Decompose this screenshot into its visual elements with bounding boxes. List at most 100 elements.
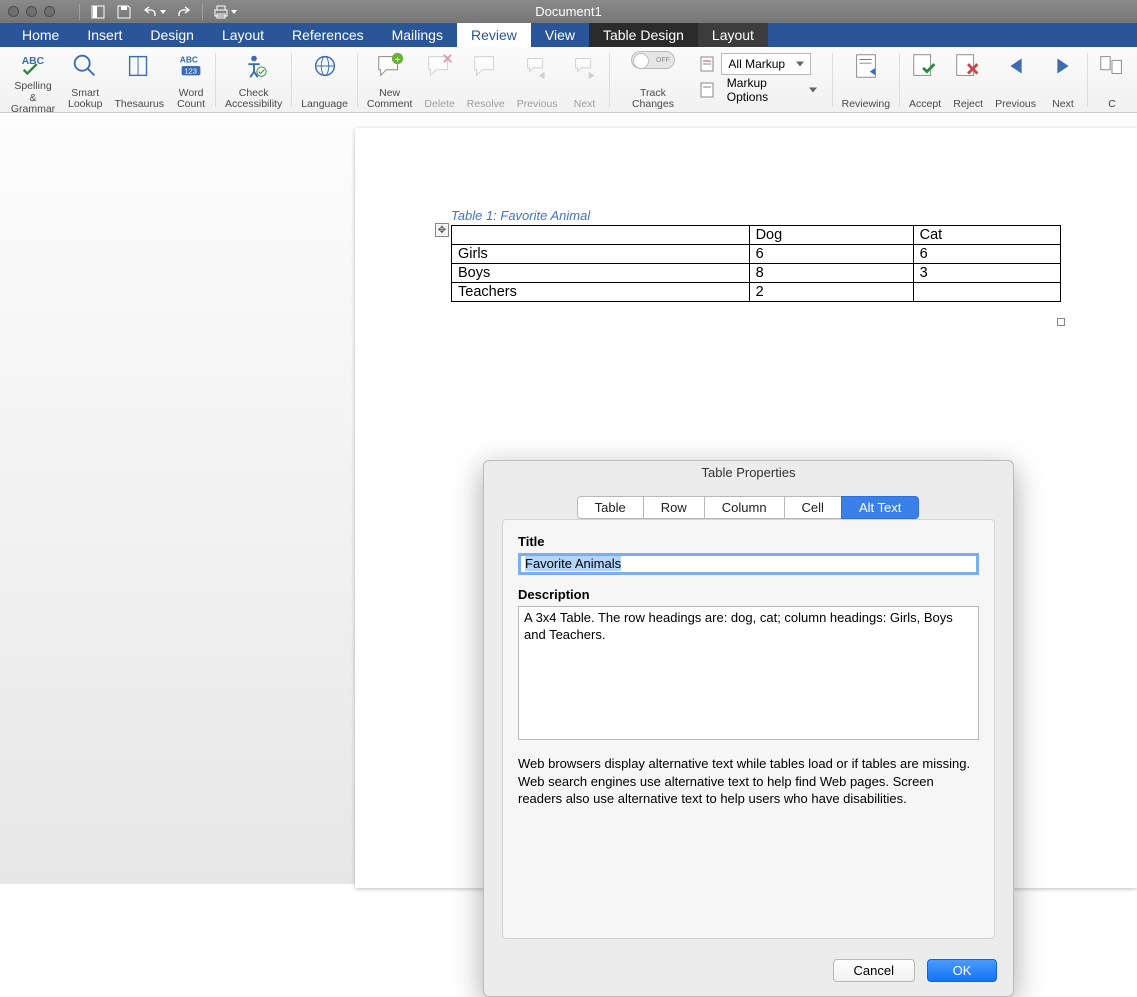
description-textarea[interactable] <box>518 606 979 740</box>
track-changes-button[interactable]: OFF Track Changes <box>613 51 694 111</box>
previous-comment-button[interactable]: Previous <box>511 51 564 111</box>
tab-design[interactable]: Design <box>136 23 208 47</box>
table-cell[interactable] <box>452 226 750 245</box>
language-label: Language <box>301 99 348 111</box>
markup-options-icon <box>699 81 716 99</box>
dialog-tab-column[interactable]: Column <box>704 496 785 519</box>
table-cell[interactable]: 6 <box>913 245 1060 264</box>
track-changes-toggle[interactable]: OFF <box>631 51 675 69</box>
dialog-tab-table[interactable]: Table <box>577 496 644 519</box>
minimize-window-icon[interactable] <box>26 6 37 17</box>
autosave-button[interactable] <box>86 2 110 22</box>
thesaurus-label: Thesaurus <box>114 99 164 111</box>
thesaurus-button[interactable]: Thesaurus <box>108 51 170 111</box>
spelling-icon: ABC <box>18 51 48 81</box>
tab-references[interactable]: References <box>278 23 378 47</box>
word-count-button[interactable]: ABC123 Word Count <box>170 51 212 111</box>
dialog-footer: Cancel OK <box>484 951 1013 996</box>
next-comment-button[interactable]: Next <box>564 51 606 111</box>
delete-comment-label: Delete <box>424 99 454 111</box>
tab-home[interactable]: Home <box>8 23 73 47</box>
next-change-button[interactable]: Next <box>1042 51 1084 111</box>
zoom-window-icon[interactable] <box>44 6 55 17</box>
spelling-grammar-button[interactable]: ABC Spelling & Grammar <box>4 51 62 111</box>
check-accessibility-button[interactable]: Check Accessibility <box>219 51 288 111</box>
tab-layout[interactable]: Layout <box>208 23 278 47</box>
quick-access-toolbar <box>75 2 241 22</box>
svg-text:+: + <box>394 54 399 64</box>
table-cell[interactable]: Girls <box>452 245 750 264</box>
table-caption[interactable]: Table 1: Favorite Animal <box>451 208 1041 223</box>
save-button[interactable] <box>112 2 136 22</box>
window-controls <box>8 6 55 17</box>
title-field-label: Title <box>518 534 979 549</box>
reviewing-pane-button[interactable]: Reviewing <box>836 51 896 111</box>
table-cell[interactable]: Cat <box>913 226 1060 245</box>
previous-change-label: Previous <box>995 99 1036 111</box>
table-properties-dialog: Table Properties Table Row Column Cell A… <box>483 460 1014 997</box>
compare-label: C <box>1108 99 1116 111</box>
tab-insert[interactable]: Insert <box>73 23 136 47</box>
table-cell[interactable]: Teachers <box>452 283 750 302</box>
language-button[interactable]: Language <box>295 51 354 111</box>
tab-mailings[interactable]: Mailings <box>378 23 457 47</box>
accept-button[interactable]: Accept <box>903 51 947 111</box>
delete-comment-icon <box>425 51 455 81</box>
tab-view[interactable]: View <box>531 23 589 47</box>
resolve-icon <box>471 51 501 81</box>
thesaurus-icon <box>124 51 154 81</box>
reviewing-label: Reviewing <box>842 99 890 111</box>
language-icon <box>310 51 340 81</box>
markup-view-select[interactable]: All Markup <box>721 53 811 75</box>
dialog-tab-row[interactable]: Row <box>643 496 705 519</box>
table-cell[interactable]: 3 <box>913 264 1060 283</box>
check-accessibility-label: Check Accessibility <box>225 88 282 111</box>
table-cell[interactable]: 2 <box>749 283 913 302</box>
table-cell[interactable] <box>913 283 1060 302</box>
table-row: Girls 6 6 <box>452 245 1061 264</box>
tab-table-layout[interactable]: Layout <box>698 23 768 47</box>
svg-text:ABC: ABC <box>180 54 198 64</box>
document-workspace: Table 1: Favorite Animal ✥ Dog Cat Girls… <box>0 113 1137 884</box>
description-field-label: Description <box>518 587 979 602</box>
dialog-tabs: Table Row Column Cell Alt Text <box>502 496 995 519</box>
resolve-comment-button[interactable]: Resolve <box>461 51 511 111</box>
close-window-icon[interactable] <box>8 6 19 17</box>
dialog-tab-alt-text[interactable]: Alt Text <box>841 496 919 519</box>
table-row: Dog Cat <box>452 226 1061 245</box>
table-cell[interactable]: Boys <box>452 264 750 283</box>
accept-label: Accept <box>909 99 941 111</box>
print-button[interactable] <box>209 2 241 22</box>
reject-icon <box>953 51 983 81</box>
reject-label: Reject <box>953 99 983 111</box>
dialog-tab-cell[interactable]: Cell <box>784 496 842 519</box>
tab-table-design[interactable]: Table Design <box>589 23 698 47</box>
ok-button[interactable]: OK <box>927 959 997 982</box>
table-cell[interactable]: Dog <box>749 226 913 245</box>
smart-lookup-button[interactable]: Smart Lookup <box>62 51 108 111</box>
redo-button[interactable] <box>172 2 196 22</box>
delete-comment-button[interactable]: Delete <box>418 51 460 111</box>
cancel-button[interactable]: Cancel <box>833 959 915 982</box>
svg-text:ABC: ABC <box>22 56 45 67</box>
smart-lookup-icon <box>70 51 100 81</box>
table-cell[interactable]: 8 <box>749 264 913 283</box>
undo-button[interactable] <box>138 2 170 22</box>
ribbon: ABC Spelling & Grammar Smart Lookup Thes… <box>0 47 1137 113</box>
markup-options-button[interactable]: Markup Options <box>721 79 823 101</box>
compare-icon <box>1097 51 1127 81</box>
document-title: Document1 <box>419 4 719 19</box>
document-table[interactable]: Dog Cat Girls 6 6 Boys 8 3 Teachers 2 <box>451 225 1061 302</box>
previous-comment-icon <box>522 51 552 81</box>
next-comment-label: Next <box>574 99 596 111</box>
tab-review[interactable]: Review <box>457 23 531 47</box>
title-input[interactable]: Favorite Animals <box>518 553 979 575</box>
compare-button[interactable]: C <box>1091 51 1133 111</box>
table-resize-handle-icon[interactable] <box>1057 318 1065 326</box>
new-comment-button[interactable]: + New Comment <box>361 51 419 111</box>
reject-button[interactable]: Reject <box>947 51 989 111</box>
table-cell[interactable]: 6 <box>749 245 913 264</box>
previous-change-button[interactable]: Previous <box>989 51 1042 111</box>
word-count-label: Word Count <box>177 88 205 111</box>
table-move-handle-icon[interactable]: ✥ <box>435 223 449 237</box>
